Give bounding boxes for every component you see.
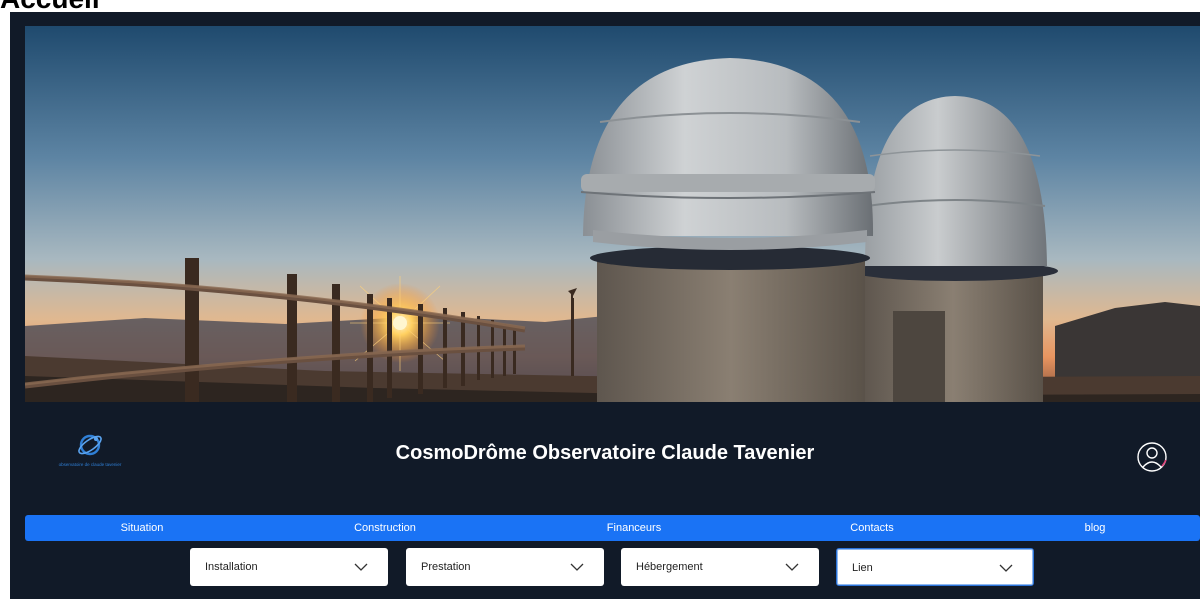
main-navigation: Situation Construction Financeurs Contac… [25,515,1200,541]
chevron-down-icon [570,563,584,571]
page-heading: Accueil [0,0,100,13]
chevron-down-icon [354,563,368,571]
hero-banner-image [25,26,1200,402]
dropdown-row: Installation Prestation Hébergement Lien [10,548,1200,588]
dropdown-label: Hébergement [636,561,703,573]
dropdown-label: Lien [852,562,873,574]
observatory-sunset-image [25,26,1200,402]
dropdown-label: Prestation [421,561,471,573]
dropdown-label: Installation [205,561,258,573]
nav-item-contacts[interactable]: Contacts [850,515,893,541]
nav-item-situation[interactable]: Situation [121,515,164,541]
dropdown-installation[interactable]: Installation [190,548,388,586]
site-title: CosmoDrôme Observatoire Claude Tavenier [395,442,815,464]
dropdown-hebergement[interactable]: Hébergement [621,548,819,586]
nav-item-construction[interactable]: Construction [354,515,416,541]
chevron-down-icon [785,563,799,571]
nav-item-financeurs[interactable]: Financeurs [607,515,661,541]
user-account-icon [1137,442,1167,472]
app-frame: observatoire de claude tavenier CosmoDrô… [10,12,1200,599]
user-account-button[interactable] [1135,440,1169,474]
chevron-down-icon [999,564,1013,572]
dropdown-prestation[interactable]: Prestation [406,548,604,586]
dropdown-lien[interactable]: Lien [836,548,1034,586]
brand-header: observatoire de claude tavenier CosmoDrô… [10,412,1200,510]
nav-item-blog[interactable]: blog [1085,515,1106,541]
